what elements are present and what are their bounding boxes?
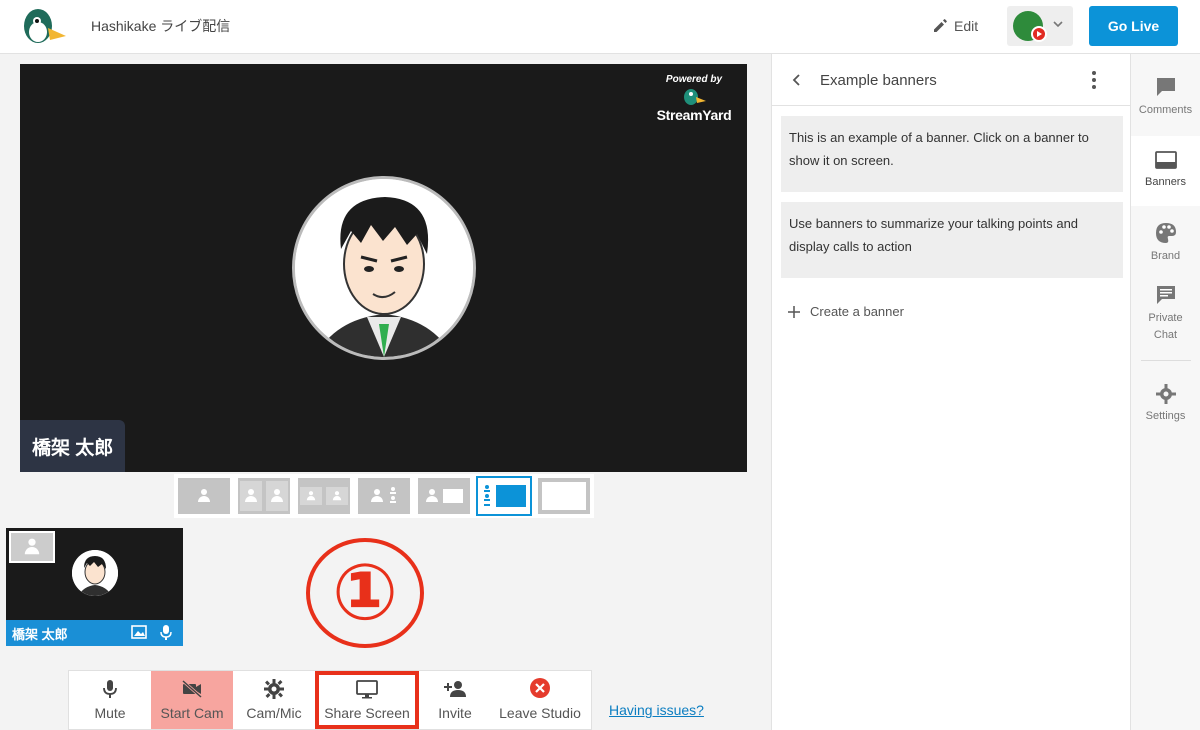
person-icon (425, 488, 439, 504)
cam-mic-settings-button[interactable]: Cam/Mic (233, 671, 315, 729)
guest-name: 橋架 太郎 (12, 626, 68, 642)
edit-label: Edit (954, 18, 979, 34)
layout-solo-button[interactable] (176, 476, 232, 516)
person-illustration-icon (72, 550, 118, 596)
banners-panel: Example banners This is an example of a … (771, 54, 1132, 730)
tab-brand-label: Brand (1150, 250, 1181, 262)
pencil-icon (934, 19, 947, 32)
screen-icon (443, 489, 463, 503)
guest-name-bar: 橋架 太郎 (6, 620, 183, 646)
guest-tile[interactable]: 橋架 太郎 (6, 528, 183, 646)
leave-studio-label: Leave Studio (499, 705, 581, 721)
banner-item[interactable]: Use banners to summarize your talking po… (781, 202, 1123, 278)
bottom-toolbar: Mute Start Cam Cam/Mic Share Screen Invi… (68, 670, 592, 730)
camera-off-icon (182, 679, 202, 699)
create-banner-label: Create a banner (810, 304, 904, 319)
person-icon (306, 490, 316, 501)
banner-icon (1154, 151, 1177, 169)
powered-by-label: Powered by (665, 74, 723, 85)
add-person-icon (444, 681, 466, 697)
guest-avatar (72, 550, 118, 596)
layout-pip-button[interactable] (416, 476, 472, 516)
invite-label: Invite (438, 705, 472, 721)
stack-icon (390, 487, 396, 503)
studio-title: Hashikake ライブ配信 (91, 18, 231, 34)
share-screen-label: Share Screen (324, 705, 410, 721)
close-circle-icon (530, 678, 550, 698)
kebab-icon[interactable] (1090, 70, 1098, 90)
mute-button[interactable]: Mute (69, 671, 151, 729)
layout-selector (174, 474, 594, 518)
share-screen-button[interactable]: Share Screen (315, 671, 419, 729)
leave-studio-button[interactable]: Leave Studio (491, 671, 589, 729)
annotation-marker: ① (306, 538, 424, 648)
brand-name: StreamYard (656, 107, 732, 123)
person-icon (244, 488, 258, 504)
go-live-button[interactable]: Go Live (1089, 6, 1178, 46)
person-illustration-icon (295, 179, 473, 357)
person-icon (332, 490, 342, 501)
mic-icon (103, 680, 117, 698)
divider (1141, 360, 1191, 361)
monitor-icon (356, 680, 378, 699)
image-icon[interactable] (131, 624, 147, 640)
broadcast-stage: Powered by StreamYard 橋架 太郎 (20, 64, 747, 472)
tab-comments[interactable]: Comments (1131, 76, 1200, 119)
cam-mic-label: Cam/Mic (246, 705, 302, 721)
gear-icon (264, 679, 284, 699)
edit-button[interactable]: Edit (932, 14, 978, 38)
having-issues-link[interactable]: Having issues? (609, 702, 704, 718)
tab-private-chat-label-2: Chat (1153, 329, 1178, 341)
panel-header: Example banners (772, 54, 1132, 106)
tab-comments-label: Comments (1138, 104, 1193, 116)
person-icon (24, 537, 41, 556)
tab-settings[interactable]: Settings (1131, 384, 1200, 425)
layout-group-button[interactable] (296, 476, 352, 516)
add-to-stage-icon[interactable] (9, 531, 55, 563)
person-icon (197, 488, 211, 504)
tab-banners-label: Banners (1145, 176, 1186, 188)
layout-split-button[interactable] (236, 476, 292, 516)
host-name-tag: 橋架 太郎 (20, 420, 126, 472)
tab-private-chat-label-1: Private (1148, 312, 1183, 324)
destination-selector[interactable] (1007, 6, 1073, 46)
plus-icon (788, 305, 800, 318)
start-cam-button[interactable]: Start Cam (151, 671, 233, 729)
chat-icon (1156, 286, 1175, 304)
youtube-icon (1031, 26, 1047, 42)
side-tabs: Comments Banners Brand Private Chat Sett… (1131, 54, 1200, 730)
screen-icon (542, 482, 586, 510)
layout-fullscreen-button[interactable] (536, 476, 592, 516)
duck-icon (684, 89, 706, 105)
host-avatar (292, 176, 476, 360)
tab-private-chat[interactable]: Private Chat (1131, 284, 1200, 344)
comment-icon (1156, 78, 1175, 96)
stack-icon (484, 485, 490, 506)
chevron-down-icon (1053, 21, 1063, 28)
tab-settings-label: Settings (1145, 410, 1186, 422)
chevron-left-icon[interactable] (790, 72, 804, 88)
start-cam-label: Start Cam (160, 705, 224, 721)
tab-banners[interactable]: Banners (1131, 136, 1200, 206)
create-banner-button[interactable]: Create a banner (788, 304, 904, 319)
top-header: Hashikake ライブ配信 Edit Go Live (0, 0, 1200, 54)
person-icon (270, 488, 284, 504)
banner-text: This is an example of a banner. Click on… (789, 130, 1089, 168)
mute-label: Mute (94, 705, 126, 721)
banner-text: Use banners to summarize your talking po… (789, 216, 1079, 254)
duck-logo-icon[interactable] (20, 6, 66, 46)
streamyard-watermark: Powered by StreamYard (649, 72, 739, 132)
panel-title: Example banners (820, 72, 937, 89)
invite-button[interactable]: Invite (419, 671, 491, 729)
screen-icon (496, 485, 526, 507)
gear-icon (1155, 384, 1176, 404)
person-icon (370, 488, 384, 504)
banner-item[interactable]: This is an example of a banner. Click on… (781, 116, 1123, 192)
layout-sidebar-button[interactable] (476, 476, 532, 516)
palette-icon (1155, 223, 1176, 243)
mic-icon[interactable] (159, 624, 173, 640)
tab-brand[interactable]: Brand (1131, 222, 1200, 265)
layout-leader-button[interactable] (356, 476, 412, 516)
